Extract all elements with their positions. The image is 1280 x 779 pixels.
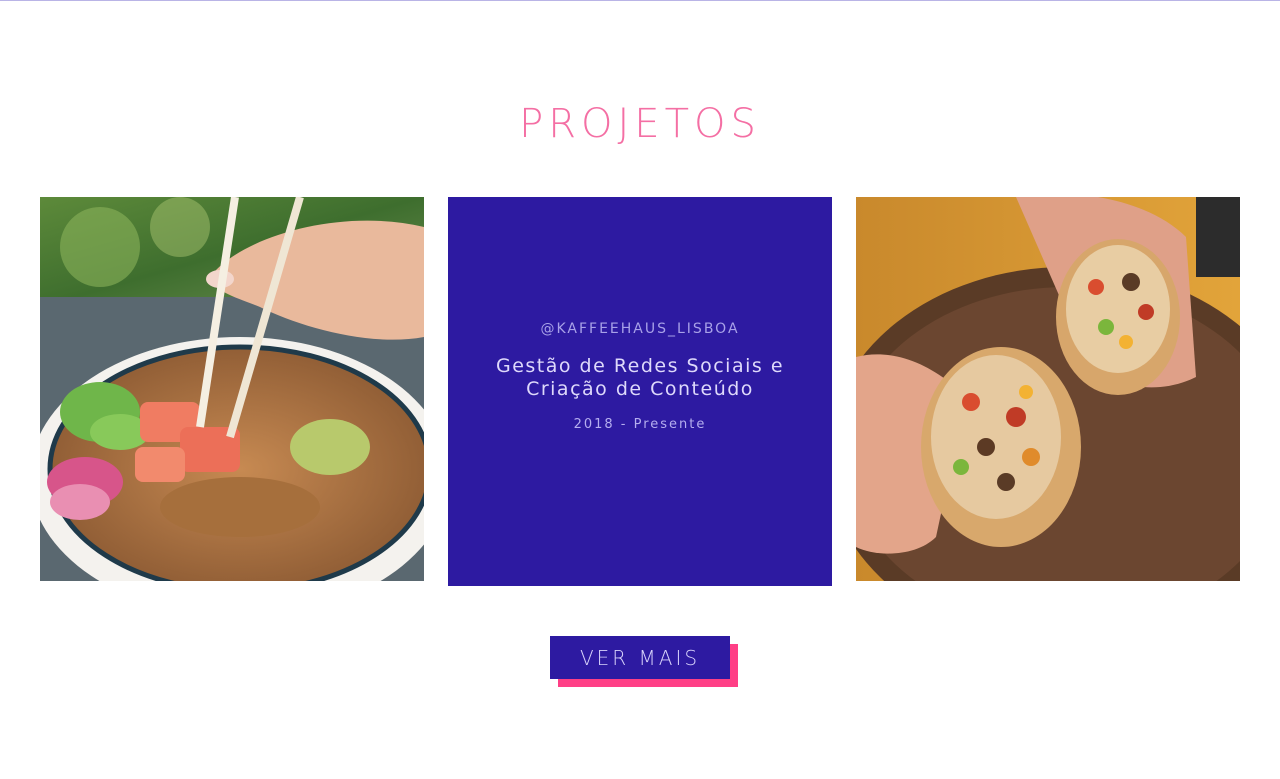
project-card-poke-bowl[interactable] (40, 197, 424, 581)
project-handle: @KAFFEEHAUS_LISBOA (540, 321, 740, 337)
project-period: 2018 - Presente (573, 417, 707, 432)
project-card-burrito[interactable] (856, 197, 1240, 581)
burrito-image (856, 197, 1240, 581)
ver-mais-button[interactable]: VER MAIS (550, 636, 730, 679)
ver-mais-button-wrap: VER MAIS (550, 636, 738, 687)
poke-bowl-image (40, 197, 424, 581)
top-divider (0, 0, 1280, 1)
section-title: PROJETOS (519, 101, 761, 147)
page: PROJETOS @KAFFEEHAUS_LISBOA Gestão de Re… (0, 0, 1280, 779)
project-info: @KAFFEEHAUS_LISBOA Gestão de Redes Socia… (448, 197, 832, 586)
project-card-kaffeehaus[interactable]: @KAFFEEHAUS_LISBOA Gestão de Redes Socia… (448, 197, 832, 586)
project-service: Gestão de Redes Sociais e Criação de Con… (495, 355, 785, 400)
